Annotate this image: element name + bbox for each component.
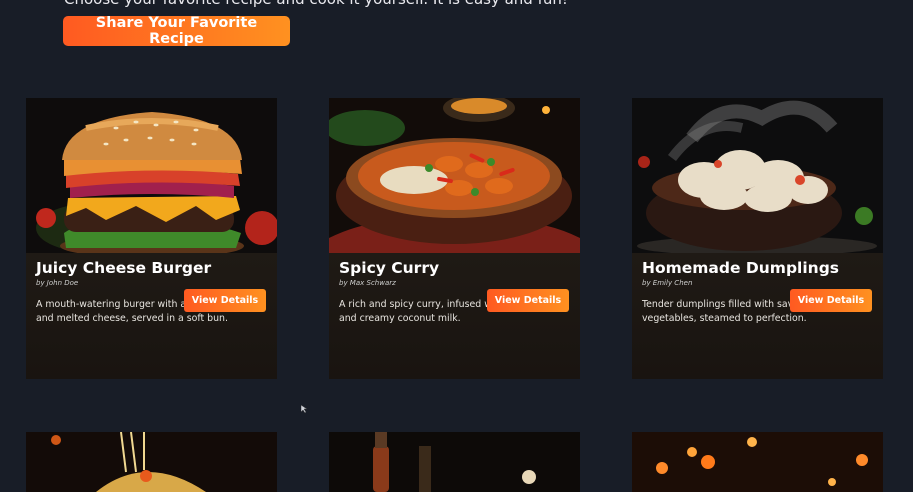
view-details-button[interactable]: View Details	[487, 289, 569, 312]
view-details-button[interactable]: View Details	[790, 289, 872, 312]
page-tagline: Choose your favorite recipe and cook it …	[64, 0, 568, 8]
recipe-card-partial	[26, 432, 277, 492]
recipe-card-curry: Spicy Curry by Max Schwarz A rich and sp…	[329, 98, 580, 379]
recipe-image-burger	[26, 98, 277, 253]
recipe-title: Juicy Cheese Burger	[36, 259, 212, 277]
recipe-author: by Emily Chen	[642, 279, 693, 287]
recipe-author: by John Doe	[36, 279, 79, 287]
recipe-image-curry	[329, 98, 580, 253]
recipe-card-dumplings: Homemade Dumplings by Emily Chen Tender …	[632, 98, 883, 379]
view-details-button[interactable]: View Details	[184, 289, 266, 312]
recipe-card-partial	[329, 432, 580, 492]
recipe-image-dumplings	[632, 98, 883, 253]
recipe-card-burger: Juicy Cheese Burger by John Doe A mouth-…	[26, 98, 277, 379]
recipe-title: Spicy Curry	[339, 259, 440, 277]
share-recipe-button[interactable]: Share Your Favorite Recipe	[63, 15, 290, 47]
recipe-title: Homemade Dumplings	[642, 259, 840, 277]
mouse-cursor-icon	[301, 405, 308, 414]
recipe-author: by Max Schwarz	[339, 279, 396, 287]
recipe-card-partial	[632, 432, 883, 492]
